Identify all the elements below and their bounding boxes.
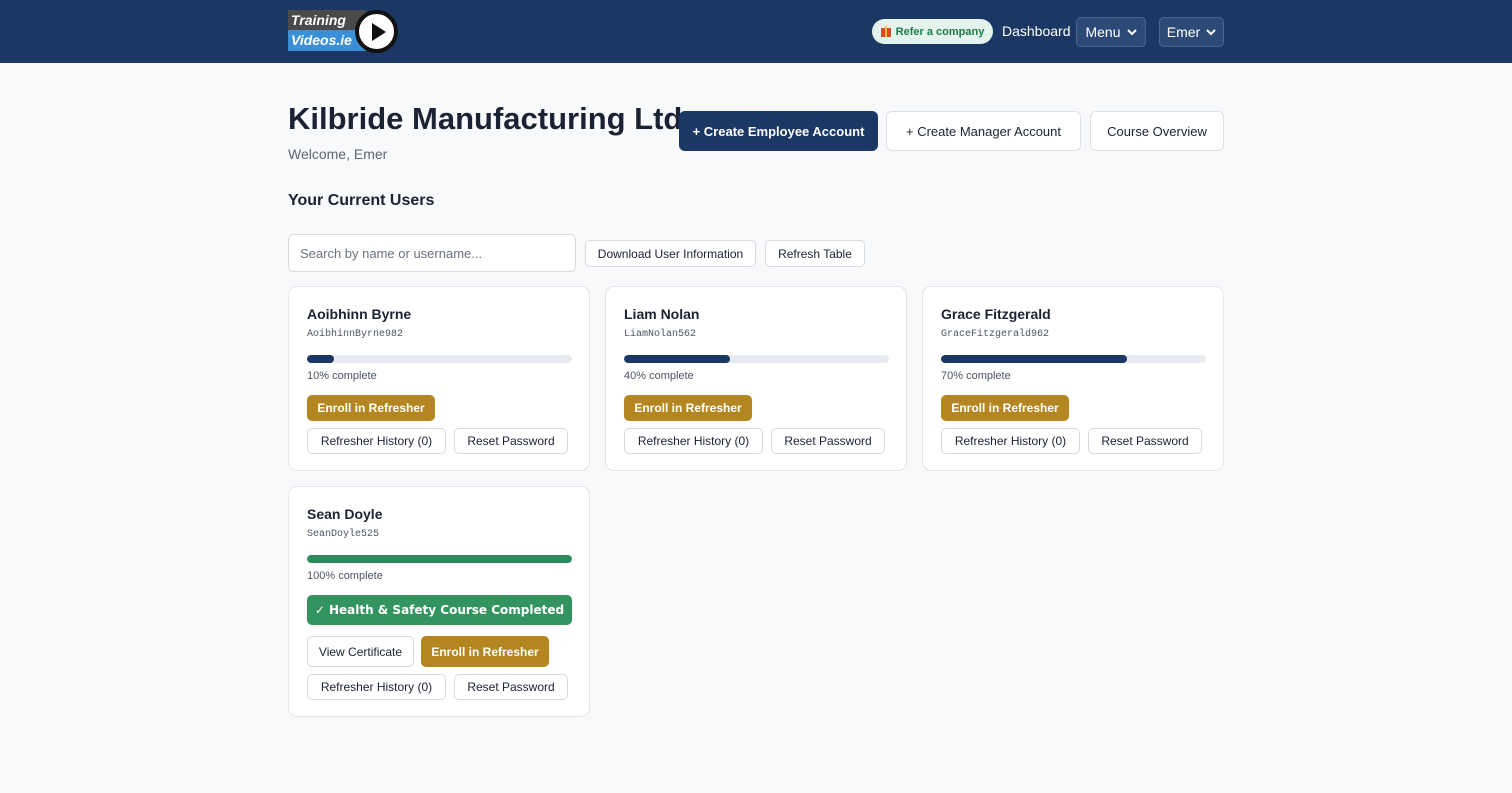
progress-bar	[307, 355, 572, 363]
enroll-refresher-button[interactable]: Enroll in Refresher	[624, 395, 752, 421]
user-card: Sean Doyle SeanDoyle525 100% complete ✓ …	[288, 486, 590, 717]
download-user-info-button[interactable]: Download User Information	[585, 240, 756, 267]
progress-bar	[307, 555, 572, 563]
reset-password-button[interactable]: Reset Password	[771, 428, 885, 454]
enroll-refresher-button[interactable]: Enroll in Refresher	[941, 395, 1069, 421]
refresh-table-button[interactable]: Refresh Table	[765, 240, 865, 267]
user-username: GraceFitzgerald962	[941, 329, 1050, 340]
menu-label: Menu	[1085, 24, 1121, 40]
user-card: Aoibhinn Byrne AoibhinnByrne982 10% comp…	[288, 286, 590, 471]
user-label: Emer	[1166, 24, 1201, 40]
create-manager-account-button[interactable]: + Create Manager Account	[886, 111, 1081, 151]
chevron-down-icon	[1206, 28, 1216, 35]
company-title: Kilbride Manufacturing Ltd	[288, 101, 683, 136]
logo-text-line2: Videos.ie	[291, 32, 352, 48]
progress-text: 70% complete	[941, 370, 1011, 382]
play-icon	[355, 10, 398, 53]
user-card: Grace Fitzgerald GraceFitzgerald962 70% …	[922, 286, 1224, 471]
user-name: Sean Doyle	[307, 506, 383, 522]
create-employee-account-button[interactable]: + Create Employee Account	[679, 111, 878, 151]
enroll-refresher-button[interactable]: Enroll in Refresher	[421, 636, 549, 667]
user-name: Liam Nolan	[624, 306, 700, 322]
progress-text: 100% complete	[307, 570, 383, 582]
welcome-text: Welcome, Emer	[288, 146, 388, 162]
dashboard-link[interactable]: Dashboard	[1002, 23, 1071, 39]
user-name: Grace Fitzgerald	[941, 306, 1051, 322]
enroll-refresher-button[interactable]: Enroll in Refresher	[307, 395, 435, 421]
progress-text: 40% complete	[624, 370, 694, 382]
view-certificate-button[interactable]: View Certificate	[307, 636, 414, 667]
user-username: SeanDoyle525	[307, 529, 380, 540]
user-name: Aoibhinn Byrne	[307, 306, 412, 322]
refer-company-button[interactable]: Refer a company	[872, 19, 993, 44]
reset-password-button[interactable]: Reset Password	[454, 674, 568, 700]
menu-dropdown[interactable]: Menu	[1076, 17, 1146, 47]
user-card: Liam Nolan LiamNolan562 40% complete Enr…	[605, 286, 907, 471]
check-icon: ✓	[314, 603, 325, 617]
search-input[interactable]	[288, 234, 576, 272]
user-username: AoibhinnByrne982	[307, 329, 404, 340]
chevron-down-icon	[1126, 28, 1137, 35]
site-logo[interactable]: Training Videos.ie	[288, 10, 400, 53]
progress-text: 10% complete	[307, 370, 377, 382]
gift-icon	[880, 26, 891, 37]
course-completed-label: Health & Safety Course Completed	[328, 603, 565, 617]
progress-bar	[941, 355, 1206, 363]
logo-text-line1: Training	[291, 12, 346, 28]
reset-password-button[interactable]: Reset Password	[454, 428, 568, 454]
course-overview-button[interactable]: Course Overview	[1090, 111, 1224, 151]
reset-password-button[interactable]: Reset Password	[1088, 428, 1202, 454]
user-username: LiamNolan562	[624, 329, 697, 340]
progress-bar	[624, 355, 889, 363]
refresher-history-button[interactable]: Refresher History (0)	[307, 428, 446, 454]
section-title: Your Current Users	[288, 192, 435, 209]
refresher-history-button[interactable]: Refresher History (0)	[307, 674, 446, 700]
user-dropdown[interactable]: Emer	[1159, 17, 1224, 47]
refer-company-label: Refer a company	[895, 25, 985, 38]
course-completed-badge: ✓ Health & Safety Course Completed	[307, 595, 572, 625]
refresher-history-button[interactable]: Refresher History (0)	[624, 428, 763, 454]
refresher-history-button[interactable]: Refresher History (0)	[941, 428, 1080, 454]
top-nav-bar: Training Videos.ie Refer a company Dashb…	[0, 0, 1512, 63]
